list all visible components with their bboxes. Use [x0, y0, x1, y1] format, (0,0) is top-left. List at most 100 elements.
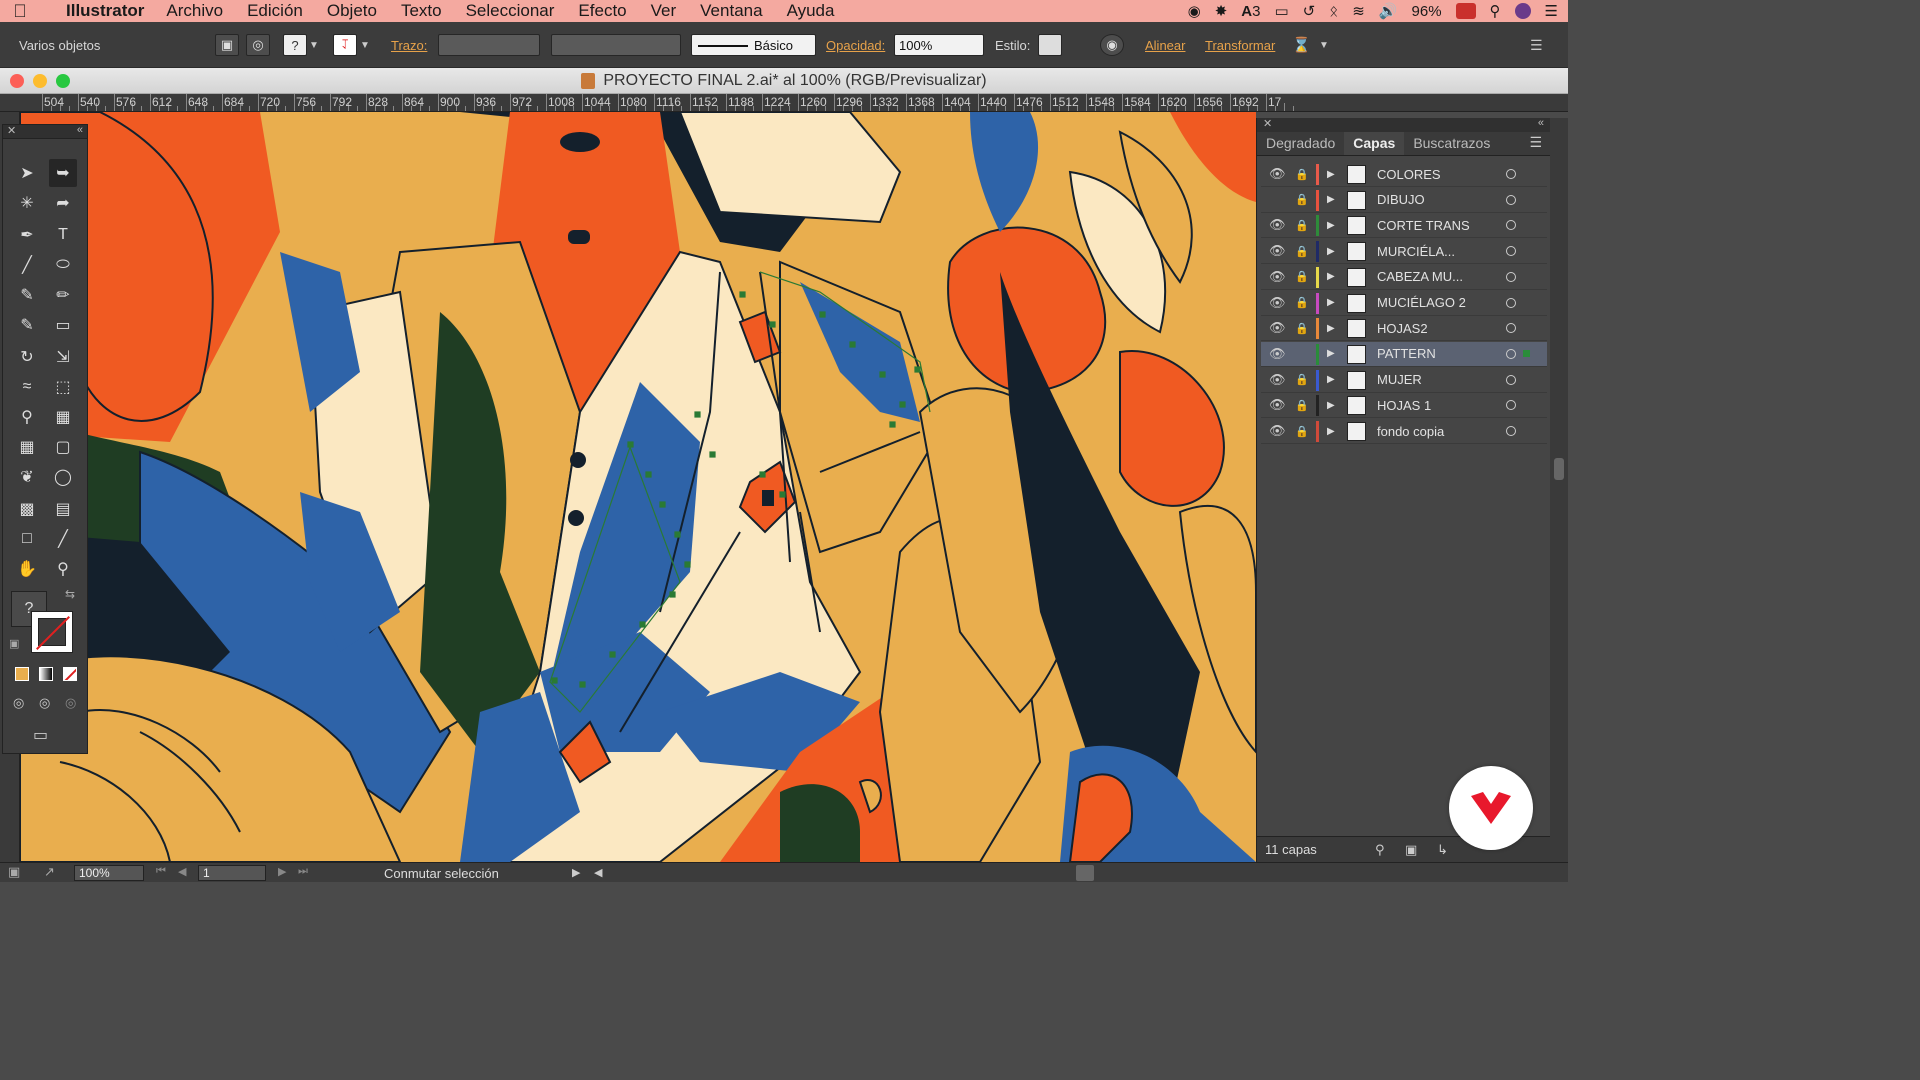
width-tool-icon[interactable]: ≈ [13, 373, 41, 401]
gradient-tool-icon[interactable]: ▢ [49, 433, 77, 461]
layer-row[interactable]: 👁 🔒 ▶ CORTE TRANS [1261, 213, 1547, 239]
bluetooth-icon[interactable]: ᛟ [1329, 3, 1338, 20]
close-layers-panel-icon[interactable]: ✕ [1263, 117, 1272, 130]
visibility-eye-icon[interactable]: 👁 [1269, 217, 1286, 233]
first-artboard-icon[interactable]: ⏮ [156, 865, 166, 878]
zoom-tool-icon[interactable]: ⚲ [49, 555, 77, 583]
horizontal-scroll-thumb[interactable] [1076, 865, 1094, 881]
shape-builder-tool-icon[interactable]: ⚲ [13, 403, 41, 431]
menu-ayuda[interactable]: Ayuda [787, 1, 835, 21]
layer-row[interactable]: 👁 🔒 ▶ MURCIÉLA... [1261, 239, 1547, 265]
selection-indicator-square[interactable] [1523, 350, 1530, 358]
visibility-eye-icon[interactable]: 👁 [1269, 295, 1286, 311]
target-circle-icon[interactable] [1506, 426, 1516, 436]
default-fill-stroke-icon[interactable]: ▣ [9, 637, 19, 650]
target-circle-icon[interactable] [1506, 246, 1516, 257]
expand-layer-triangle-icon[interactable]: ▶ [1327, 220, 1335, 231]
next-artboard-icon[interactable]: ▶ [278, 865, 286, 878]
stroke-dropdown-chevron-icon[interactable]: ▼ [360, 34, 370, 56]
airplay-icon[interactable]: ▭ [1274, 2, 1288, 20]
lock-icon[interactable]: 🔒 [1295, 296, 1309, 309]
pencil-tool-icon[interactable]: ✏ [49, 281, 77, 309]
menu-objeto[interactable]: Objeto [327, 1, 377, 21]
graph-tool-icon[interactable]: ▤ [49, 495, 77, 523]
create-sublayer-icon[interactable]: ↳ [1437, 842, 1448, 858]
visibility-eye-icon[interactable]: 👁 [1269, 320, 1286, 336]
magic-wand-tool-icon[interactable]: ✳ [13, 189, 41, 217]
artwork-illustration[interactable] [20, 112, 1256, 862]
target-circle-icon[interactable] [1506, 169, 1516, 179]
last-artboard-icon[interactable]: ⏭ [298, 865, 308, 878]
layer-row[interactable]: 👁 ▶ PATTERN [1261, 341, 1547, 367]
layers-scrollbar[interactable] [1550, 118, 1568, 862]
expand-layer-triangle-icon[interactable]: ▶ [1327, 323, 1335, 334]
expand-layer-triangle-icon[interactable]: ▶ [1327, 348, 1335, 359]
layer-row[interactable]: 👁 🔒 ▶ fondo copia [1261, 419, 1547, 444]
lock-icon[interactable]: 🔒 [1295, 270, 1309, 283]
draw-normal-icon[interactable]: ◎ [13, 695, 24, 711]
wifi-icon[interactable]: ≋ [1352, 2, 1365, 20]
adobe-cc-icon[interactable]: A3 [1241, 3, 1260, 20]
visibility-eye-icon[interactable]: 👁 [1269, 372, 1286, 388]
tab-buscatrazos[interactable]: Buscatrazos [1404, 131, 1499, 155]
previous-artboard-icon[interactable]: ◀ [178, 865, 186, 878]
rotate-tool-icon[interactable]: ↻ [13, 343, 41, 371]
visibility-eye-icon[interactable]: 👁 [1269, 397, 1286, 413]
expand-layer-triangle-icon[interactable]: ▶ [1327, 426, 1335, 437]
layer-row[interactable]: 👁 🔒 ▶ MUJER [1261, 368, 1547, 393]
control-panel-menu-icon[interactable]: ☰ [1530, 34, 1543, 56]
visibility-eye-icon[interactable]: 👁 [1269, 346, 1286, 362]
scale-tool-icon[interactable]: ⇲ [49, 343, 77, 371]
layer-name[interactable]: COLORES [1377, 167, 1441, 182]
expand-layer-triangle-icon[interactable]: ▶ [1327, 246, 1335, 257]
line-tool-icon[interactable]: ╱ [13, 251, 41, 279]
layer-row[interactable]: 👁 🔒 ▶ COLORES [1261, 162, 1547, 187]
target-circle-icon[interactable] [1506, 323, 1516, 334]
stroke-weight-label[interactable]: Trazo: [391, 34, 427, 56]
paintbrush-tool-icon[interactable]: ✎ [13, 281, 41, 309]
close-panel-icon[interactable]: ✕ [7, 124, 16, 137]
lock-icon[interactable]: 🔒 [1295, 168, 1309, 181]
shape-options-chevron-icon[interactable]: ▼ [1319, 34, 1329, 56]
layer-name[interactable]: CORTE TRANS [1377, 218, 1470, 233]
stroke-weight-field[interactable] [438, 34, 540, 56]
tools-panel-header[interactable]: ✕ « [3, 124, 87, 139]
target-circle-icon[interactable] [1506, 348, 1516, 359]
artboard-number-field[interactable]: 1 [198, 865, 266, 881]
visibility-eye-icon[interactable]: 👁 [1269, 269, 1286, 285]
lock-icon[interactable]: 🔒 [1295, 219, 1309, 232]
visibility-eye-icon[interactable]: 👁 [1269, 423, 1286, 439]
menu-edicion[interactable]: Edición [247, 1, 303, 21]
status-menu-arrow-icon[interactable]: ▶ [572, 866, 580, 879]
time-machine-icon[interactable]: ↺ [1303, 2, 1316, 20]
menu-archivo[interactable]: Archivo [166, 1, 223, 21]
lock-icon[interactable]: 🔒 [1295, 193, 1309, 206]
status-share-icon[interactable]: ↗ [44, 864, 55, 880]
lock-icon[interactable]: 🔒 [1295, 399, 1309, 412]
perspective-grid-tool-icon[interactable]: ▦ [49, 403, 77, 431]
lock-icon[interactable]: 🔒 [1295, 322, 1309, 335]
screen-mode-icon[interactable]: ▭ [33, 725, 48, 745]
minimize-window-button[interactable] [33, 74, 47, 88]
blend-tool-icon[interactable]: ◯ [49, 463, 77, 491]
close-window-button[interactable] [10, 74, 24, 88]
lasso-tool-icon[interactable]: ➦ [49, 189, 77, 217]
free-transform-tool-icon[interactable]: ⬚ [49, 373, 77, 401]
expand-layer-triangle-icon[interactable]: ▶ [1327, 169, 1335, 180]
battery-percent[interactable]: 96% [1412, 3, 1442, 20]
scrollbar-thumb[interactable] [1554, 458, 1564, 480]
layer-name[interactable]: MURCIÉLA... [1377, 244, 1455, 259]
shaper-tool-icon[interactable]: ✎ [13, 311, 41, 339]
menu-ventana[interactable]: Ventana [700, 1, 762, 21]
variable-width-profile-field[interactable] [551, 34, 681, 56]
tab-degradado[interactable]: Degradado [1257, 131, 1344, 155]
target-circle-icon[interactable] [1506, 374, 1516, 385]
target-circle-icon[interactable] [1506, 297, 1516, 308]
layer-name[interactable]: MUJER [1377, 372, 1422, 387]
stroke-color-swatch[interactable] [31, 611, 73, 653]
visibility-eye-icon[interactable]: 👁 [1269, 243, 1286, 259]
none-mode-button[interactable] [63, 667, 77, 681]
opacity-label[interactable]: Opacidad: [826, 34, 885, 56]
fill-dropdown-chevron-icon[interactable]: ▼ [309, 34, 319, 56]
eraser-tool-icon[interactable]: ▭ [49, 311, 77, 339]
